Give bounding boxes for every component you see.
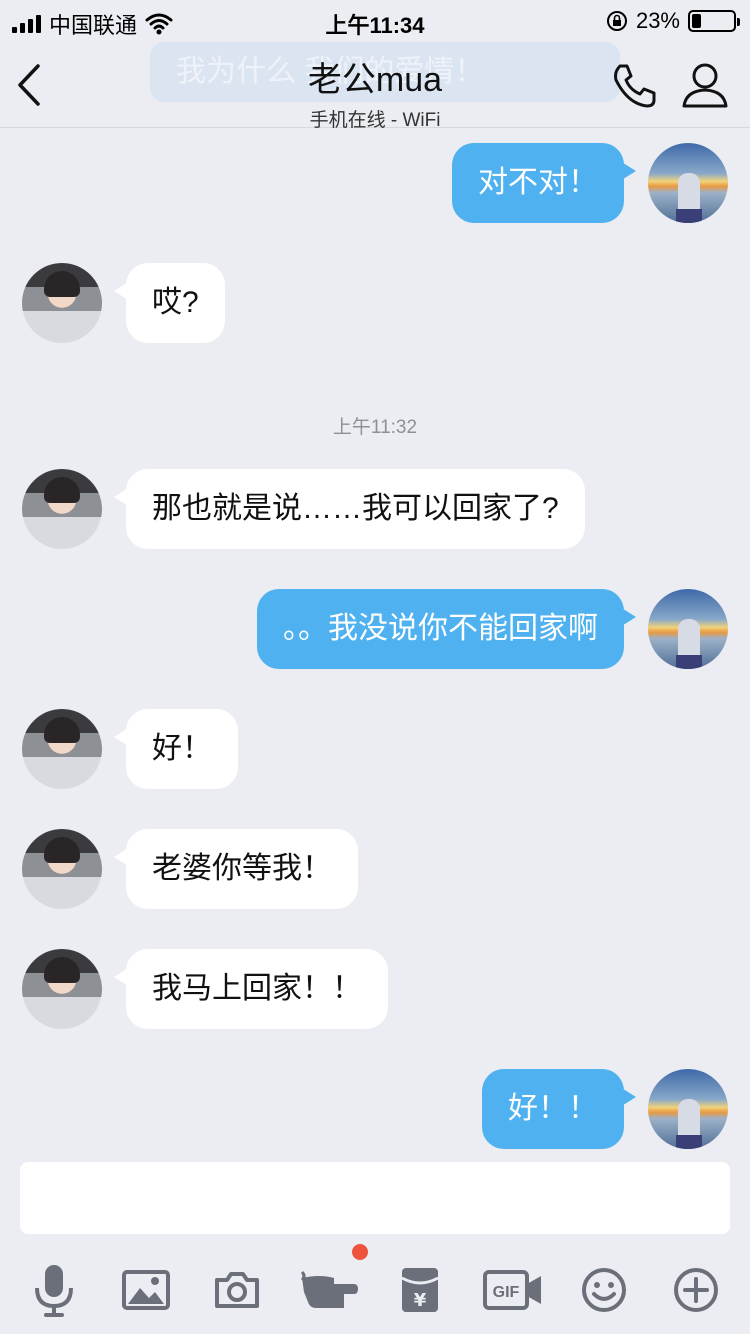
message-bubble-incoming[interactable]: 我马上回家！！ [114,949,388,1029]
image-icon[interactable] [116,1260,176,1320]
my-avatar[interactable] [648,589,728,669]
status-bar: 中国联通 上午11:34 23% [0,0,750,42]
chat-header: 我为什么 我们的爱情！ 老公mua 手机在线 - WiFi [0,42,750,131]
message-bubble-incoming[interactable]: 哎? [114,263,225,343]
battery-percent: 23% [635,8,680,33]
message-bubble-outgoing[interactable]: 好！！ [482,1069,636,1149]
contact-avatar[interactable] [22,263,102,343]
svg-text:¥: ¥ [414,1290,427,1311]
contact-avatar[interactable] [22,949,102,1029]
camera-icon[interactable] [207,1260,267,1320]
contact-avatar[interactable] [22,709,102,789]
profile-icon[interactable] [680,60,730,112]
gif-icon[interactable]: GIF [481,1260,545,1320]
emoji-icon[interactable] [574,1260,634,1320]
my-avatar[interactable] [648,143,728,223]
orientation-lock-icon [606,11,627,31]
contact-avatar[interactable] [22,829,102,909]
battery-fill [692,14,702,28]
message-bubble-incoming[interactable]: 老婆你等我！ [114,829,358,909]
my-avatar[interactable] [648,1069,728,1149]
message-bubble-outgoing[interactable]: 。。我没说你不能回家啊 [257,589,636,669]
battery-icon [688,10,740,32]
notification-badge [352,1244,368,1260]
message-list[interactable]: 对不对！ 哎? 上午11:32 那也就是说……我可以回家了? 。。我没说你不能回… [0,128,750,1150]
poke-icon[interactable] [298,1260,362,1320]
message-bubble-incoming[interactable]: 好！ [114,709,238,789]
status-right: 23% [606,8,740,34]
phone-icon[interactable] [608,60,660,112]
input-toolbar: ¥ GIF [0,1244,750,1334]
message-timestamp: 上午11:32 [332,417,418,438]
plus-icon[interactable] [666,1260,726,1320]
message-bubble-incoming[interactable]: 那也就是说……我可以回家了? [114,469,585,549]
message-input[interactable] [20,1162,730,1234]
contact-avatar[interactable] [22,469,102,549]
gif-label: GIF [493,1284,520,1301]
message-bubble-outgoing[interactable]: 对不对！ [452,143,636,223]
red-packet-icon[interactable]: ¥ [390,1260,450,1320]
microphone-icon[interactable] [24,1260,84,1320]
